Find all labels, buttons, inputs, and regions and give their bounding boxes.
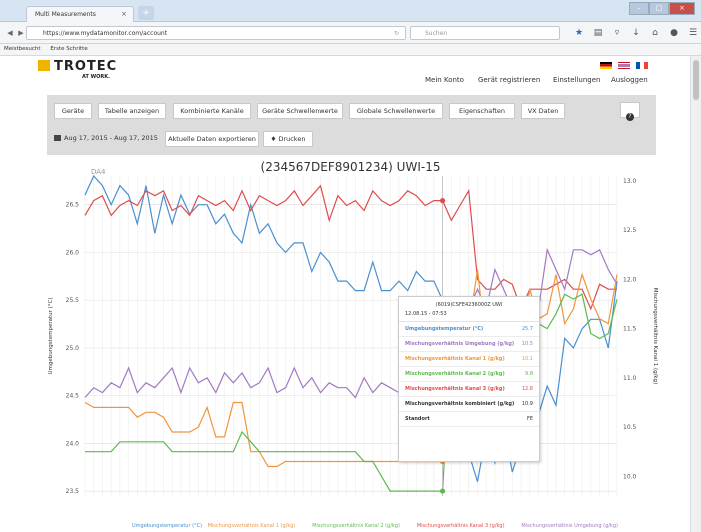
tooltip-row-value: 10.9	[521, 401, 533, 407]
tooltip-row-label: Mischungsverhältnis Umgebung (g/kg)	[405, 341, 515, 347]
tooltip-row-label: Mischungsverhältnis Kanal 2 (g/kg)	[405, 371, 505, 377]
legend-item[interactable]: Mischungsverhältnis Kanal 1 (g/kg)	[208, 523, 296, 529]
y-left-tick-label: 25.5	[66, 297, 80, 304]
y-left-tick-label: 25.0	[66, 345, 80, 352]
y-right-tick-label: 12.5	[623, 227, 637, 234]
y-right-tick-label: 11.5	[623, 326, 637, 333]
cursor-marker-1[interactable]	[439, 198, 446, 204]
data-tooltip: (6019)CSFE4236000Z UWI 12.08.15 - 07:53 …	[398, 296, 540, 462]
tooltip-row: Umgebungstemperatur (°C) 25.7	[399, 322, 539, 337]
tooltip-row-value: 25.7	[521, 326, 533, 332]
tooltip-row: Mischungsverhältnis Kanal 1 (g/kg) 10.1	[399, 352, 539, 367]
tooltip-row: Mischungsverhältnis Kanal 2 (g/kg) 9.8	[399, 367, 539, 382]
y-right-axis-title: Mischungsverhältnis Kanal 1 (g/kg)	[652, 288, 658, 385]
y-right-tick-label: 11.0	[623, 375, 637, 382]
tooltip-row-value: 12.8	[521, 386, 533, 392]
legend-item[interactable]: Mischungsverhältnis Kanal 2 (g/kg)	[312, 523, 400, 529]
y-left-axis-title: Umgebungstemperatur (°C)	[48, 297, 54, 374]
tooltip-row-value: 10.1	[521, 356, 533, 362]
y-left-tick-label: 26.5	[66, 202, 80, 209]
y-left-tick-label: 23.5	[66, 488, 80, 495]
legend-item[interactable]: Mischungsverhältnis Kanal 3 (g/kg)	[417, 523, 505, 529]
y-right-tick-label: 13.0	[623, 178, 637, 185]
tooltip-timestamp: 12.08.15 - 07:53	[399, 311, 539, 322]
legend-item[interactable]: Umgebungstemperatur (°C)	[132, 523, 202, 529]
tooltip-row: Mischungsverhältnis kombiniert (g/kg) 10.…	[399, 397, 539, 412]
tooltip-row: Mischungsverhältnis Umgebung (g/kg) 10.5	[399, 337, 539, 352]
cursor-marker-4[interactable]	[439, 488, 446, 494]
y-left-tick-label: 24.0	[66, 440, 80, 447]
y-right-tick-label: 10.0	[623, 473, 637, 480]
tooltip-row-label: Mischungsverhältnis Kanal 3 (g/kg)	[405, 386, 505, 392]
tooltip-row: Standort FE	[399, 412, 539, 427]
legend-item[interactable]: Mischungsverhältnis Umgebung (g/kg)	[521, 523, 618, 529]
tooltip-header: (6019)CSFE4236000Z UWI	[435, 302, 503, 308]
tooltip-row-label: Umgebungstemperatur (°C)	[405, 326, 484, 332]
series-line-1[interactable]	[84, 184, 617, 311]
device-label: DA4	[91, 168, 106, 176]
y-right-tick-label: 12.0	[623, 276, 637, 283]
tooltip-row-label: Mischungsverhältnis Kanal 1 (g/kg)	[405, 356, 505, 362]
y-left-tick-label: 24.5	[66, 393, 80, 400]
tooltip-row-value: 10.5	[521, 341, 533, 347]
tooltip-row-label: Standort	[405, 416, 430, 422]
tooltip-row-value: FE	[526, 416, 533, 422]
measurement-chart[interactable]: 26.5 26.0 25.5 25.0 24.5 24.0 23.5 13.0 12.5 12.0…	[0, 0, 701, 532]
y-right-tick-label: 10.5	[623, 424, 637, 431]
tooltip-row-value: 9.8	[525, 371, 533, 377]
tooltip-row: Mischungsverhältnis Kanal 3 (g/kg) 12.8	[399, 382, 539, 397]
tooltip-row-label: Mischungsverhältnis kombiniert (g/kg)	[405, 401, 515, 407]
y-left-tick-label: 26.0	[66, 249, 80, 256]
